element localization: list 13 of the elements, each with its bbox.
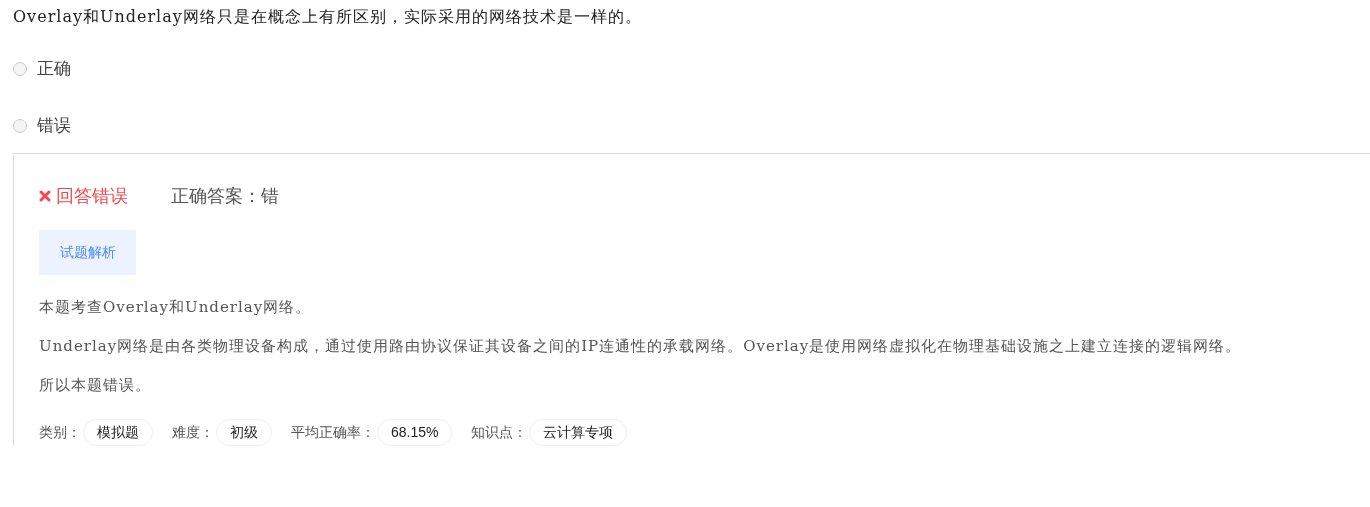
explanation-paragraph: 所以本题错误。 (39, 375, 152, 396)
result-status: 回答错误 (39, 182, 128, 210)
radio-option[interactable]: 正确 (13, 30, 71, 87)
explanation-paragraph: 本题考查Overlay和Underlay网络。 (39, 297, 313, 318)
radio-option[interactable]: 错误 (13, 87, 71, 144)
explanation-paragraph: Underlay网络是由各类物理设备构成，通过使用路由协议保证其设备之间的IP连通性的承载网络。Overlay是使用网络虚拟化在物理基础设施之上建立连接的逻辑网络。 (39, 336, 1243, 357)
meta-label: 类别： (39, 423, 81, 442)
question-text: Overlay和Underlay网络只是在概念上有所区别，实际采用的网络技术是一样的。 (13, 6, 643, 28)
meta-label: 平均正确率： (291, 423, 375, 442)
close-icon (39, 190, 51, 202)
meta-label: 知识点： (471, 423, 528, 442)
meta-label: 难度： (172, 423, 214, 442)
correct-answer: 正确答案：错 (171, 184, 279, 208)
